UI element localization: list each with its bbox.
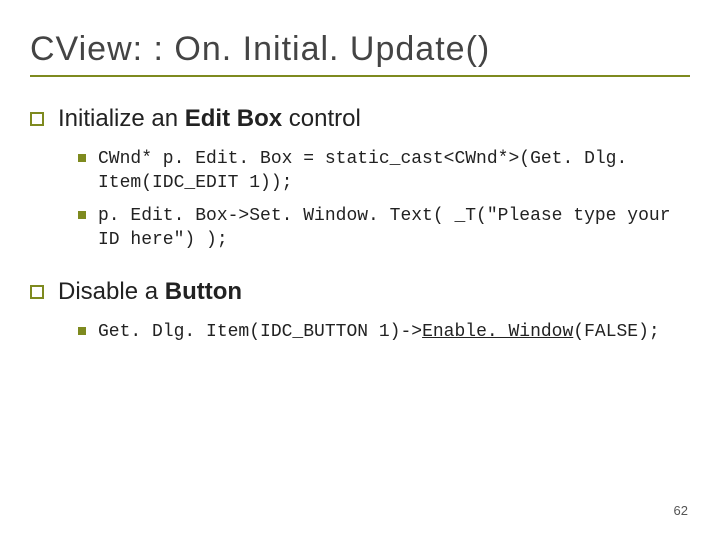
filled-square-bullet-icon [78, 327, 86, 335]
hollow-square-bullet-icon [30, 112, 44, 126]
section-title-bold: Button [165, 278, 242, 305]
section-edit-box: Initialize an Edit Box control CWnd* p. … [30, 105, 690, 252]
filled-square-bullet-icon [78, 154, 86, 162]
section-title-prefix: Initialize an [58, 105, 185, 132]
page-title: CView: : On. Initial. Update() [30, 30, 690, 69]
title-underline [30, 75, 690, 77]
section-title-suffix: control [282, 105, 361, 132]
slide: CView: : On. Initial. Update() Initializ… [0, 0, 720, 540]
section-title: Initialize an Edit Box control [58, 105, 361, 133]
code-text: p. Edit. Box->Set. Window. Text( _T("Ple… [98, 204, 690, 253]
section-heading: Initialize an Edit Box control [30, 105, 690, 133]
page-number: 62 [674, 503, 688, 518]
list-item: Get. Dlg. Item(IDC_BUTTON 1)->Enable. Wi… [78, 320, 690, 344]
section-title: Disable a Button [58, 278, 242, 306]
list-item: p. Edit. Box->Set. Window. Text( _T("Ple… [78, 204, 690, 253]
section-items: CWnd* p. Edit. Box = static_cast<CWnd*>(… [30, 147, 690, 252]
section-disable-button: Disable a Button Get. Dlg. Item(IDC_BUTT… [30, 278, 690, 344]
code-text: Get. Dlg. Item(IDC_BUTTON 1)->Enable. Wi… [98, 320, 660, 344]
filled-square-bullet-icon [78, 211, 86, 219]
hollow-square-bullet-icon [30, 285, 44, 299]
section-heading: Disable a Button [30, 278, 690, 306]
list-item: CWnd* p. Edit. Box = static_cast<CWnd*>(… [78, 147, 690, 196]
section-items: Get. Dlg. Item(IDC_BUTTON 1)->Enable. Wi… [30, 320, 690, 344]
code-text: CWnd* p. Edit. Box = static_cast<CWnd*>(… [98, 147, 690, 196]
section-title-prefix: Disable a [58, 278, 165, 305]
section-title-bold: Edit Box [185, 105, 282, 132]
